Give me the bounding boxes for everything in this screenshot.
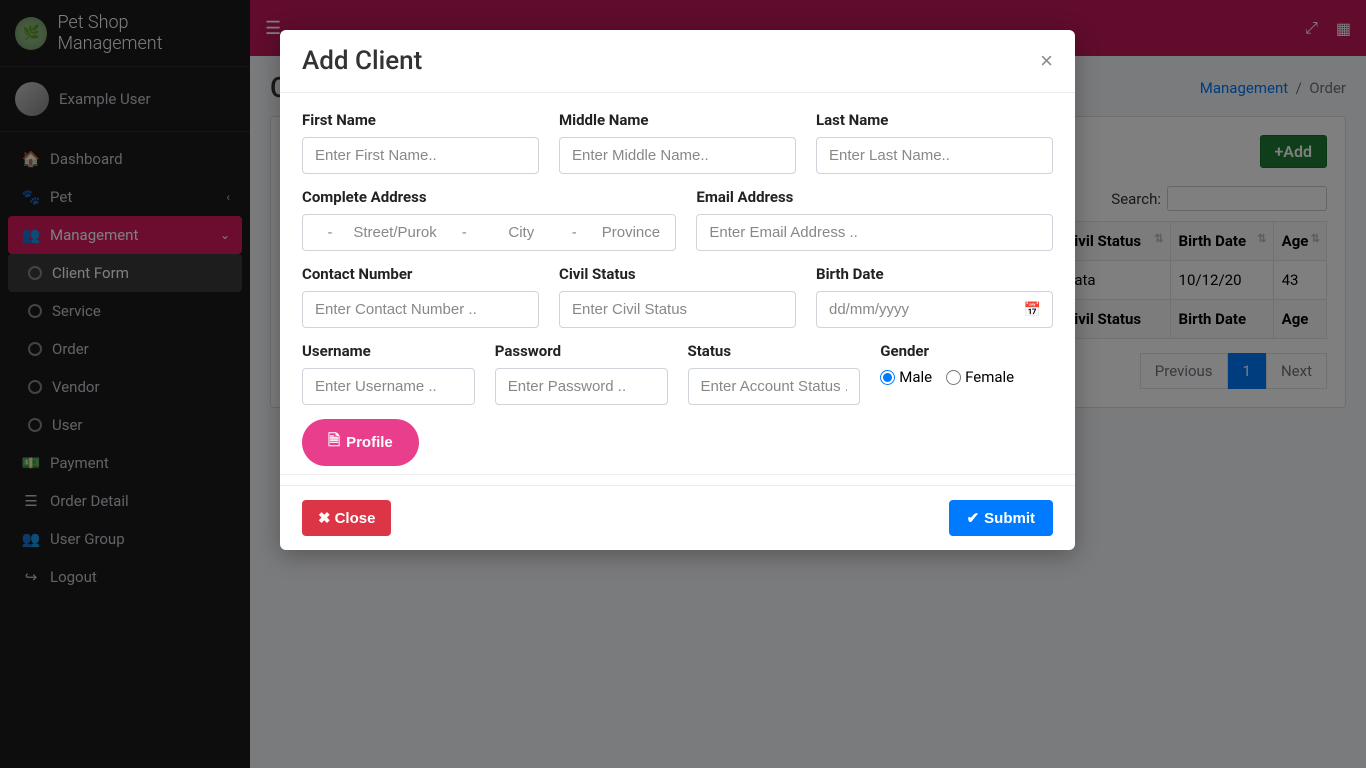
- gender-male-radio[interactable]: [880, 370, 895, 385]
- profile-button[interactable]: 🗎Profile: [302, 419, 419, 466]
- middle-name-field[interactable]: [559, 137, 796, 174]
- file-icon: 🗎: [328, 430, 340, 455]
- email-field[interactable]: [696, 214, 1053, 251]
- gender-female-option[interactable]: Female: [946, 368, 1014, 386]
- modal-title: Add Client: [302, 46, 422, 76]
- last-name-field[interactable]: [816, 137, 1053, 174]
- password-field[interactable]: [495, 368, 668, 405]
- label-username: Username: [302, 342, 475, 360]
- label-email: Email Address: [696, 188, 1053, 206]
- modal-header: Add Client ×: [280, 30, 1075, 93]
- gender-male-option[interactable]: Male: [880, 368, 932, 386]
- modal-body: First Name Middle Name Last Name Complet…: [280, 93, 1075, 485]
- first-name-field[interactable]: [302, 137, 539, 174]
- modal-footer: ✖Close ✔Submit: [280, 485, 1075, 550]
- label-contact: Contact Number: [302, 265, 539, 283]
- label-gender: Gender: [880, 342, 1053, 360]
- x-icon: ✖: [318, 509, 331, 527]
- status-field[interactable]: [688, 368, 861, 405]
- check-icon: ✔: [967, 509, 980, 527]
- label-civil: Civil Status: [559, 265, 796, 283]
- civil-status-field[interactable]: [559, 291, 796, 328]
- label-birth: Birth Date: [816, 265, 1053, 283]
- label-middle-name: Middle Name: [559, 111, 796, 129]
- label-status: Status: [688, 342, 861, 360]
- close-button[interactable]: ✖Close: [302, 500, 391, 536]
- label-password: Password: [495, 342, 668, 360]
- username-field[interactable]: [302, 368, 475, 405]
- label-first-name: First Name: [302, 111, 539, 129]
- label-last-name: Last Name: [816, 111, 1053, 129]
- submit-button[interactable]: ✔Submit: [949, 500, 1053, 536]
- birth-date-field[interactable]: [816, 291, 1053, 328]
- add-client-modal: Add Client × First Name Middle Name Last…: [280, 30, 1075, 550]
- contact-field[interactable]: [302, 291, 539, 328]
- gender-female-radio[interactable]: [946, 370, 961, 385]
- label-address: Complete Address: [302, 188, 676, 206]
- close-icon[interactable]: ×: [1040, 50, 1053, 72]
- address-field[interactable]: [302, 214, 676, 251]
